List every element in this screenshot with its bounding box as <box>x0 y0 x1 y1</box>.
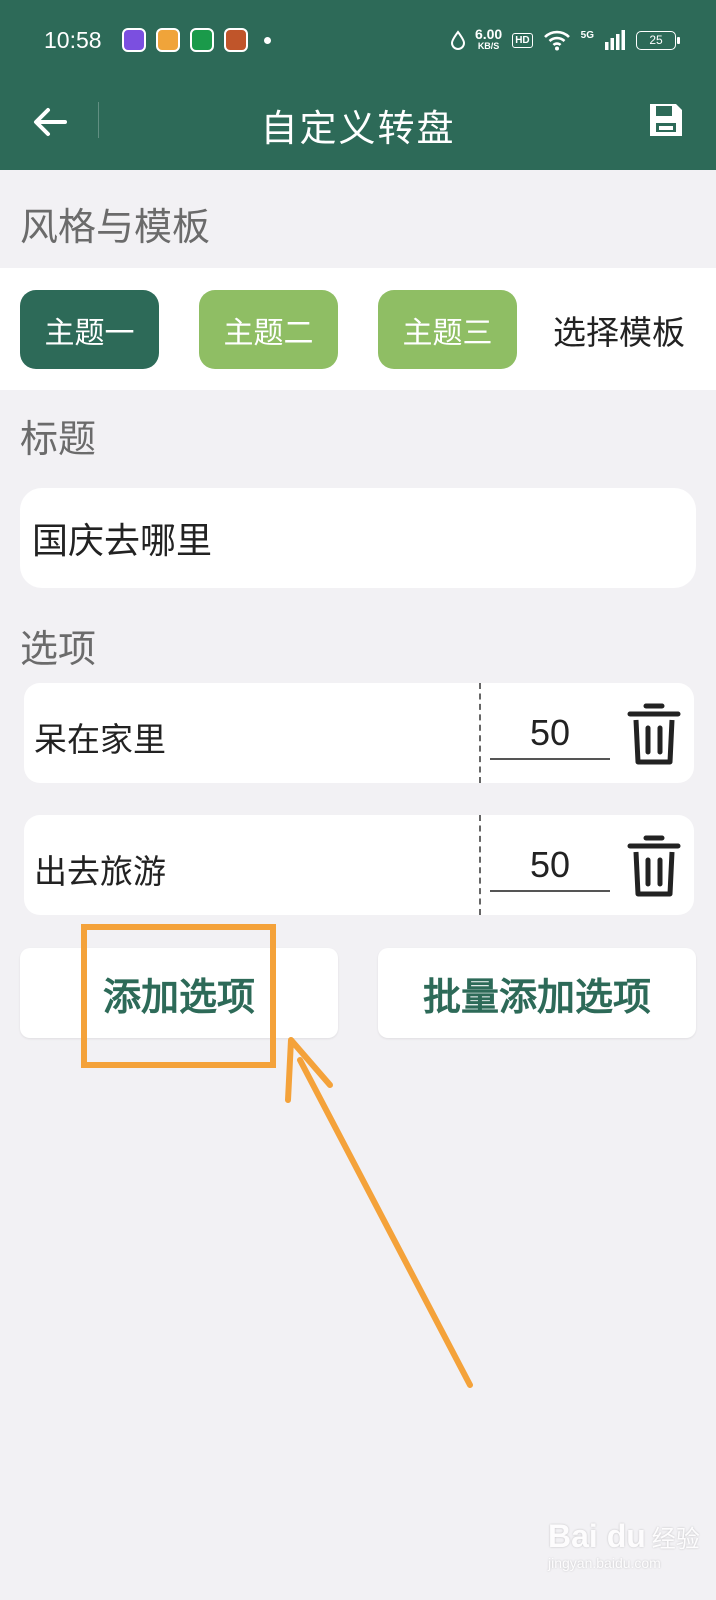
options-section-label: 选项 <box>20 627 97 671</box>
battery-indicator: 25 <box>636 30 680 50</box>
hd-badge: HD <box>512 32 533 48</box>
floppy-disk-icon <box>650 104 682 136</box>
moon-app-icon <box>121 28 146 52</box>
theme-selector: 主题一 主题二 主题三 选择模板 <box>0 268 716 390</box>
watermark-url: jingyan.baidu.com <box>548 1555 661 1571</box>
oppo-app-icon <box>189 28 214 52</box>
trash-icon <box>627 835 681 897</box>
network-speed-value: 6.00 <box>474 26 503 42</box>
style-section-label: 风格与模板 <box>20 205 211 249</box>
option-name[interactable]: 呆在家里 <box>34 713 166 761</box>
status-indicators: 6.00 KB/S HD 5G 25 <box>450 26 680 52</box>
status-time: 10:58 <box>44 26 102 53</box>
data-saver-icon <box>450 30 465 50</box>
option-weight-input[interactable] <box>490 840 610 892</box>
trash-icon <box>627 703 681 765</box>
network-speed-unit: KB/S <box>477 41 500 51</box>
signal-bars-icon <box>605 30 625 50</box>
theme-three-button[interactable]: 主题三 <box>378 290 517 369</box>
watermark-text: 经验 <box>651 1525 700 1553</box>
title-section-label: 标题 <box>20 417 97 461</box>
checker-game-icon <box>223 28 248 52</box>
baidu-logo: Bai du <box>548 1518 646 1554</box>
app-bar: 10:58 6.00 KB/S HD 5G 25 自定义转盘 <box>0 0 716 170</box>
wifi-icon <box>543 30 570 51</box>
option-weight-input[interactable] <box>490 708 610 760</box>
battery-level: 25 <box>649 33 663 47</box>
select-template-link[interactable]: 选择模板 <box>553 306 685 354</box>
orange-app-icon <box>155 28 180 52</box>
add-option-button[interactable]: 添加选项 <box>20 948 338 1038</box>
option-separator <box>479 815 481 915</box>
delete-option-button[interactable] <box>622 698 686 770</box>
save-button[interactable] <box>644 98 688 142</box>
baidu-jingyan-watermark: Bai du 经验 jingyan.baidu.com <box>548 1518 708 1588</box>
delete-option-button[interactable] <box>622 830 686 902</box>
signal-5g-label: 5G <box>580 30 594 41</box>
option-row: 出去旅游 <box>24 815 694 915</box>
more-notifications-dot <box>263 36 271 44</box>
toolbar: 自定义转盘 <box>0 80 716 170</box>
status-bar: 10:58 6.00 KB/S HD 5G 25 <box>0 0 716 80</box>
page-title: 自定义转盘 <box>260 107 456 150</box>
batch-add-option-button[interactable]: 批量添加选项 <box>378 948 696 1038</box>
option-separator <box>479 683 481 783</box>
network-speed: 6.00 KB/S <box>474 26 503 52</box>
option-row: 呆在家里 <box>24 683 694 783</box>
theme-two-button[interactable]: 主题二 <box>199 290 338 369</box>
theme-one-button[interactable]: 主题一 <box>20 290 159 369</box>
title-input[interactable] <box>20 488 696 588</box>
option-name[interactable]: 出去旅游 <box>34 845 166 893</box>
